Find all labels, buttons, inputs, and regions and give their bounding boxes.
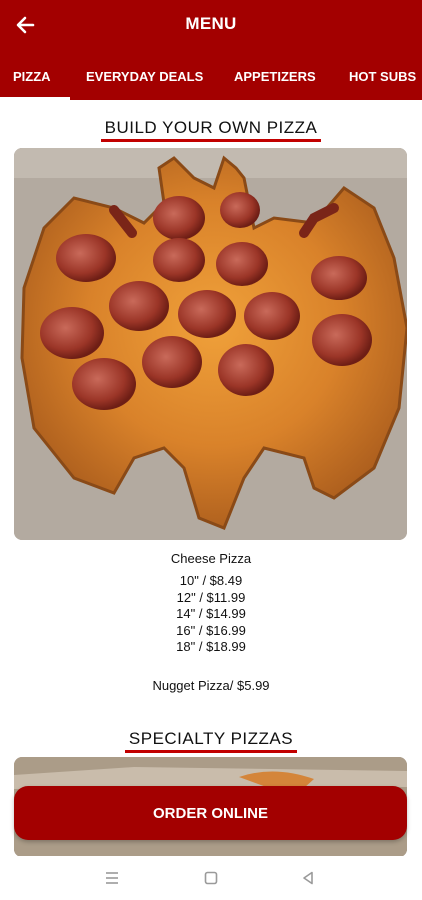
build-your-own-heading: BUILD YOUR OWN PIZZA xyxy=(0,118,422,142)
app-bar: MENU PIZZA EVERYDAY DEALS APPETIZERS HOT… xyxy=(0,0,422,100)
recents-button[interactable] xyxy=(100,868,124,888)
price-line: 12" / $11.99 xyxy=(176,589,246,605)
item-title: Cheese Pizza xyxy=(170,551,252,566)
price-line: 18" / $18.99 xyxy=(176,639,246,654)
tab-everyday-deals[interactable]: EVERYDAY DEALS xyxy=(86,56,203,100)
menu-content[interactable]: BUILD YOUR OWN PIZZA Cheese Pizza 10" / … xyxy=(0,100,422,856)
tab-hot-subs[interactable]: HOT SUBS xyxy=(349,56,416,100)
category-tabs: PIZZA EVERYDAY DEALS APPETIZERS HOT SUBS xyxy=(0,56,422,100)
tab-pizza[interactable]: PIZZA xyxy=(13,56,51,100)
system-back-button[interactable] xyxy=(296,868,320,888)
price-line: 10" / $8.49 xyxy=(179,573,243,588)
specialty-heading-text: SPECIALTY PIZZAS xyxy=(124,729,298,753)
tab-appetizers[interactable]: APPETIZERS xyxy=(234,56,316,100)
pizza-image xyxy=(14,148,407,540)
bat-pizza-illustration xyxy=(14,148,407,540)
system-navigation-bar xyxy=(0,856,422,900)
order-online-button[interactable]: ORDER ONLINE xyxy=(14,786,407,840)
home-icon xyxy=(204,871,218,885)
price-line: 16" / $16.99 xyxy=(176,622,246,638)
back-triangle-icon xyxy=(303,871,313,885)
price-line: 14" / $14.99 xyxy=(176,606,246,621)
home-button[interactable] xyxy=(199,868,223,888)
title-bar: MENU xyxy=(0,0,422,50)
build-your-own-heading-text: BUILD YOUR OWN PIZZA xyxy=(100,118,322,142)
page-title: MENU xyxy=(185,14,237,33)
recents-icon xyxy=(106,872,118,884)
nugget-pizza-price: Nugget Pizza/ $5.99 xyxy=(152,678,270,693)
specialty-heading: SPECIALTY PIZZAS xyxy=(0,729,422,753)
cheese-pizza-prices: Cheese Pizza 10" / $8.49 12" / $11.99 14… xyxy=(0,551,422,656)
